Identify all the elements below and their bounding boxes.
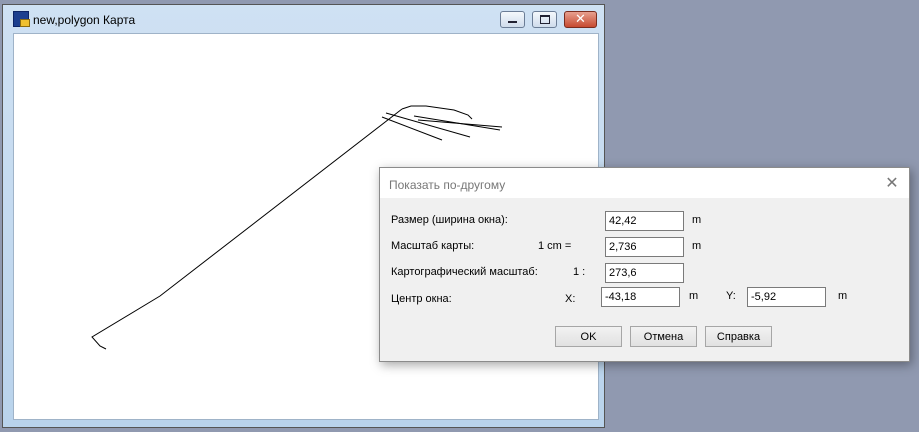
center-y-field[interactable] [747, 287, 826, 307]
map-scale-unit: m [692, 240, 702, 252]
center-x-unit: m [689, 290, 699, 302]
ok-button[interactable]: OK [555, 326, 622, 347]
cartographic-scale-prefix: 1 : [573, 266, 586, 278]
polygon-line [401, 105, 473, 120]
map-app-icon[interactable] [13, 11, 30, 27]
dialog-close-icon[interactable]: ✕ [883, 174, 901, 192]
map-scale-label: Масштаб карты: [391, 240, 475, 252]
polygon-line [91, 108, 403, 350]
close-window-button[interactable]: ✕ [564, 11, 597, 28]
window-title-bar[interactable]: new,polygon Карта ✕ [3, 5, 604, 33]
center-x-field[interactable] [601, 287, 680, 307]
minimize-icon [508, 21, 517, 23]
maximize-button[interactable] [532, 11, 557, 28]
minimize-button[interactable] [500, 11, 525, 28]
center-label: Центр окна: [391, 293, 452, 305]
size-unit: m [692, 214, 702, 226]
cartographic-scale-label: Картографический масштаб: [391, 266, 538, 278]
cancel-button[interactable]: Отмена [630, 326, 697, 347]
dialog-title-bar[interactable]: Показать по-другому ✕ [380, 168, 909, 198]
center-x-label: X: [565, 293, 576, 305]
window-title: new,polygon Карта [33, 13, 136, 27]
help-button[interactable]: Справка [705, 326, 772, 347]
maximize-icon [539, 15, 550, 24]
close-icon: ✕ [575, 12, 586, 27]
cartographic-scale-field[interactable] [605, 263, 684, 283]
center-y-unit: m [838, 290, 848, 302]
size-label: Размер (ширина окна): [391, 214, 508, 226]
dialog-title: Показать по-другому [389, 178, 506, 192]
map-scale-field[interactable] [605, 237, 684, 257]
map-scale-prefix: 1 cm = [538, 240, 572, 252]
center-y-label: Y: [726, 290, 736, 302]
polygon-line [385, 112, 471, 138]
show-differently-dialog: Показать по-другому ✕ Размер (ширина окн… [379, 167, 910, 362]
size-field[interactable] [605, 211, 684, 231]
